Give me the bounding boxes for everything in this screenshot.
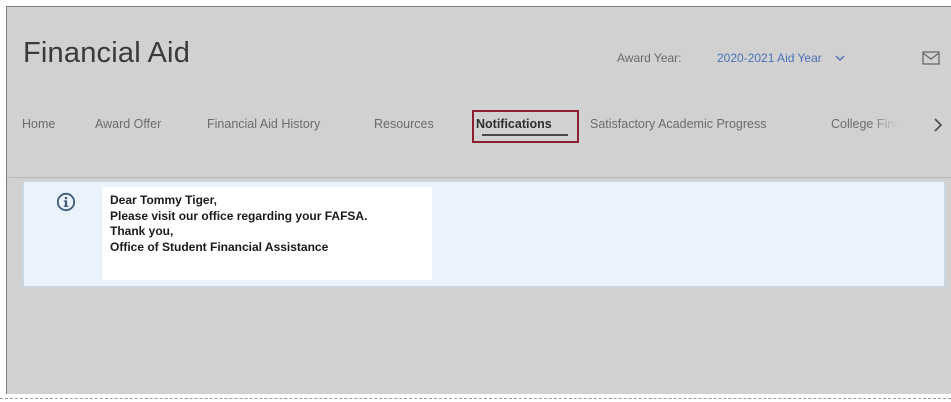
page-bottom-edge — [0, 398, 951, 399]
divider — [7, 177, 951, 178]
chevron-right-icon[interactable] — [928, 115, 948, 135]
notification-message: Dear Tommy Tiger, Please visit our offic… — [102, 187, 432, 280]
active-tab-underline — [482, 134, 568, 136]
tab-satisfactory-academic-progress[interactable]: Satisfactory Academic Progress — [590, 115, 766, 133]
message-line: Office of Student Financial Assistance — [110, 239, 329, 254]
info-icon — [56, 192, 76, 212]
page-title: Financial Aid — [23, 37, 191, 69]
message-line: Dear Tommy Tiger, — [110, 193, 217, 207]
tab-resources[interactable]: Resources — [374, 115, 434, 133]
active-tab-highlight — [472, 110, 579, 143]
message-line: Please visit our office regarding your F… — [110, 208, 368, 223]
notification-banner: Dear Tommy Tiger, Please visit our offic… — [23, 181, 945, 287]
chevron-down-icon — [832, 50, 848, 66]
award-year-value: 2020-2021 Aid Year — [717, 51, 822, 65]
award-year-select[interactable]: 2020-2021 Aid Year — [717, 48, 848, 68]
tab-award-offer[interactable]: Award Offer — [95, 115, 161, 133]
message-line: Thank you, — [110, 224, 174, 238]
award-year-label: Award Year: — [617, 51, 682, 65]
tab-college-financing-truncated[interactable]: College Fina — [827, 113, 927, 139]
mail-icon[interactable] — [922, 51, 940, 65]
tab-financial-aid-history[interactable]: Financial Aid History — [207, 115, 320, 133]
tab-college-financing-label: College Fina — [831, 117, 902, 131]
financial-aid-page: Financial Aid Award Year: 2020-2021 Aid … — [6, 6, 951, 394]
tab-home[interactable]: Home — [22, 115, 55, 133]
